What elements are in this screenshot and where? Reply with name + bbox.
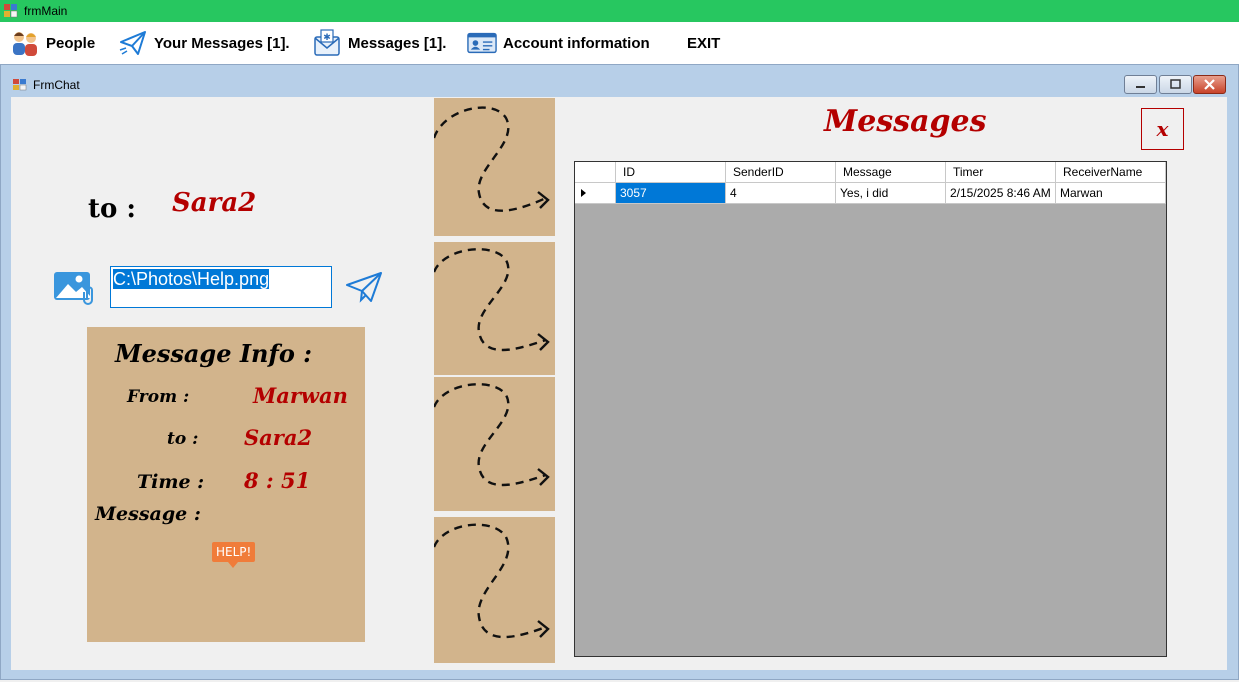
path-tile-1 <box>434 98 555 236</box>
column-header-receivername[interactable]: ReceiverName <box>1056 162 1166 183</box>
column-header-senderid[interactable]: SenderID <box>726 162 836 183</box>
info-from-value: Marwan <box>253 383 348 408</box>
current-row-arrow-icon <box>581 189 586 197</box>
menu-label-people: People <box>46 34 96 52</box>
minimize-icon <box>1136 86 1145 88</box>
messages-title: Messages <box>824 104 987 139</box>
info-from-label: From : <box>127 387 190 407</box>
messages-grid[interactable]: ID SenderID Message Timer ReceiverName 3… <box>574 161 1167 657</box>
info-to-label: to : <box>167 429 199 449</box>
cell-receivername[interactable]: Marwan <box>1056 183 1166 204</box>
app-title: frmMain <box>24 4 68 18</box>
window-icon <box>13 78 27 91</box>
close-window-button[interactable] <box>1193 75 1226 94</box>
menu-bar: People Your Messages [1]. ✱ Messages [1]… <box>0 22 1239 65</box>
people-icon <box>10 28 40 58</box>
menu-your-messages[interactable]: Your Messages [1]. <box>118 22 290 64</box>
photo-path-value: C:\Photos\Help.png <box>113 269 270 289</box>
envelope-icon: ✱ <box>312 28 342 58</box>
menu-people[interactable]: People <box>10 22 95 64</box>
window-title: FrmChat <box>33 78 80 92</box>
paper-plane-icon <box>118 28 148 58</box>
cell-id[interactable]: 3057 <box>616 183 726 204</box>
restore-icon <box>1170 79 1181 89</box>
to-value: Sara2 <box>172 188 257 218</box>
menu-label-exit: EXIT <box>687 34 721 52</box>
message-info-panel: Message Info : From : Marwan to : Sara2 … <box>87 327 365 642</box>
path-tile-3 <box>434 377 555 511</box>
info-to-value: Sara2 <box>244 425 313 450</box>
info-time-label: Time : <box>137 471 205 493</box>
id-card-icon <box>467 28 497 58</box>
app-icon <box>4 4 18 18</box>
photo-path-input[interactable]: C:\Photos\Help.png <box>110 266 332 308</box>
info-time-value: 8 : 51 <box>244 468 311 493</box>
send-button[interactable] <box>345 270 383 304</box>
menu-label-messages: Messages [1]. <box>348 34 447 52</box>
info-message-label: Message : <box>95 503 201 525</box>
path-tile-2 <box>434 242 555 375</box>
app-title-bar: frmMain <box>0 0 1239 22</box>
column-header-message[interactable]: Message <box>836 162 946 183</box>
close-messages-button[interactable]: x <box>1141 108 1184 150</box>
menu-exit[interactable]: EXIT <box>687 22 720 64</box>
close-icon <box>1204 79 1215 90</box>
menu-account-information[interactable]: Account information <box>467 22 650 64</box>
menu-messages[interactable]: ✱ Messages [1]. <box>312 22 446 64</box>
column-header-timer[interactable]: Timer <box>946 162 1056 183</box>
help-sticker-text: HELP! <box>212 542 256 562</box>
row-selector[interactable] <box>575 183 616 204</box>
info-heading: Message Info : <box>115 339 313 368</box>
cell-senderid[interactable]: 4 <box>726 183 836 204</box>
cell-timer[interactable]: 2/15/2025 8:46 AM <box>946 183 1056 204</box>
help-sticker-image: HELP! <box>212 542 256 568</box>
send-paper-plane-icon <box>346 272 382 303</box>
menu-label-account-information: Account information <box>503 34 650 52</box>
cell-message[interactable]: Yes, i did <box>836 183 946 204</box>
column-header-id[interactable]: ID <box>616 162 726 183</box>
minimize-button[interactable] <box>1124 75 1157 94</box>
svg-text:✱: ✱ <box>323 33 331 43</box>
grid-row-header-corner <box>575 162 616 183</box>
attach-image-icon[interactable] <box>52 270 98 306</box>
maximize-button[interactable] <box>1159 75 1192 94</box>
menu-label-your-messages: Your Messages [1]. <box>154 34 290 52</box>
path-tile-4 <box>434 517 555 663</box>
to-label: to : <box>88 194 137 224</box>
